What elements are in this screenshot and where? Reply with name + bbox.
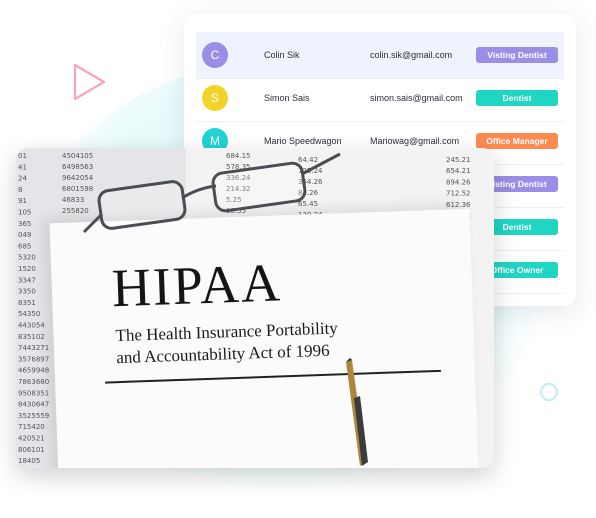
hipaa-photo: 01 41 24 8 91 105 365 049 685 5320 1520 3347 3350 835…	[16, 148, 494, 468]
spreadsheet-number: 105	[18, 209, 31, 217]
spreadsheet-number: 420521	[18, 435, 45, 443]
spreadsheet-number: 8	[18, 186, 22, 194]
spreadsheet-number: 8430647	[18, 401, 49, 409]
spreadsheet-number: 835102	[18, 333, 45, 341]
user-row[interactable]: C Colin Sik colin.sik@gmail.com Visting Den…	[196, 32, 564, 79]
spreadsheet-number: 654.21	[446, 167, 471, 175]
spreadsheet-number: 612.36	[446, 201, 471, 209]
document-title: HIPAA	[110, 252, 283, 319]
user-email[interactable]: colin.sik@gmail.com	[370, 50, 452, 60]
spreadsheet-number: 3350	[18, 288, 36, 296]
user-name: Simon Sais	[264, 93, 310, 103]
spreadsheet-number: 5320	[18, 254, 36, 262]
ring-icon	[540, 383, 558, 401]
spreadsheet-number: 3347	[18, 276, 36, 284]
pen-icon	[346, 358, 368, 466]
spreadsheet-number: 1520	[18, 265, 36, 273]
signature-line	[105, 369, 441, 384]
spreadsheet-number: 9508351	[18, 389, 49, 397]
spreadsheet-number: 049	[18, 231, 31, 239]
spreadsheet-number: 01	[18, 152, 27, 160]
spreadsheet-number: 7863680	[18, 378, 49, 386]
spreadsheet-number: 18405	[18, 457, 40, 465]
spreadsheet-number: 685	[18, 242, 31, 250]
spreadsheet-number: 245.21	[446, 156, 471, 164]
user-row[interactable]: S Simon Sais simon.sais@gmail.com Dentist	[196, 75, 564, 122]
user-avatar: S	[202, 85, 228, 111]
spreadsheet-number: 443054	[18, 322, 45, 330]
user-avatar: C	[202, 42, 228, 68]
spreadsheet-number: 7443271	[18, 344, 49, 352]
user-name: Mario Speedwagon	[264, 136, 342, 146]
role-badge: Office Manager	[476, 133, 558, 149]
spreadsheet-number: 3576897	[18, 355, 49, 363]
user-email[interactable]: Mariowag@gmail.com	[370, 136, 459, 146]
role-badge: Visting Dentist	[476, 47, 558, 63]
spreadsheet-number: 46833	[62, 196, 84, 204]
play-triangle-icon	[73, 63, 106, 101]
spreadsheet-number: 894.26	[446, 178, 471, 186]
spreadsheet-number: 54350	[18, 310, 40, 318]
spreadsheet-number: 91	[18, 197, 27, 205]
spreadsheet-number: 3525559	[18, 412, 49, 420]
spreadsheet-number: 715420	[18, 423, 45, 431]
spreadsheet-number: 365	[18, 220, 31, 228]
spreadsheet-number: 41	[18, 163, 27, 171]
role-badge: Dentist	[476, 90, 558, 106]
spreadsheet-number: 4659948	[18, 367, 49, 375]
user-name: Colin Sik	[264, 50, 300, 60]
spreadsheet-number: 24	[18, 175, 27, 183]
spreadsheet-number: 712.52	[446, 190, 471, 198]
user-email[interactable]: simon.sais@gmail.com	[370, 93, 463, 103]
eyeglasses-icon	[82, 152, 341, 234]
spreadsheet-number: 8351	[18, 299, 36, 307]
spreadsheet-number: 806101	[18, 446, 45, 454]
